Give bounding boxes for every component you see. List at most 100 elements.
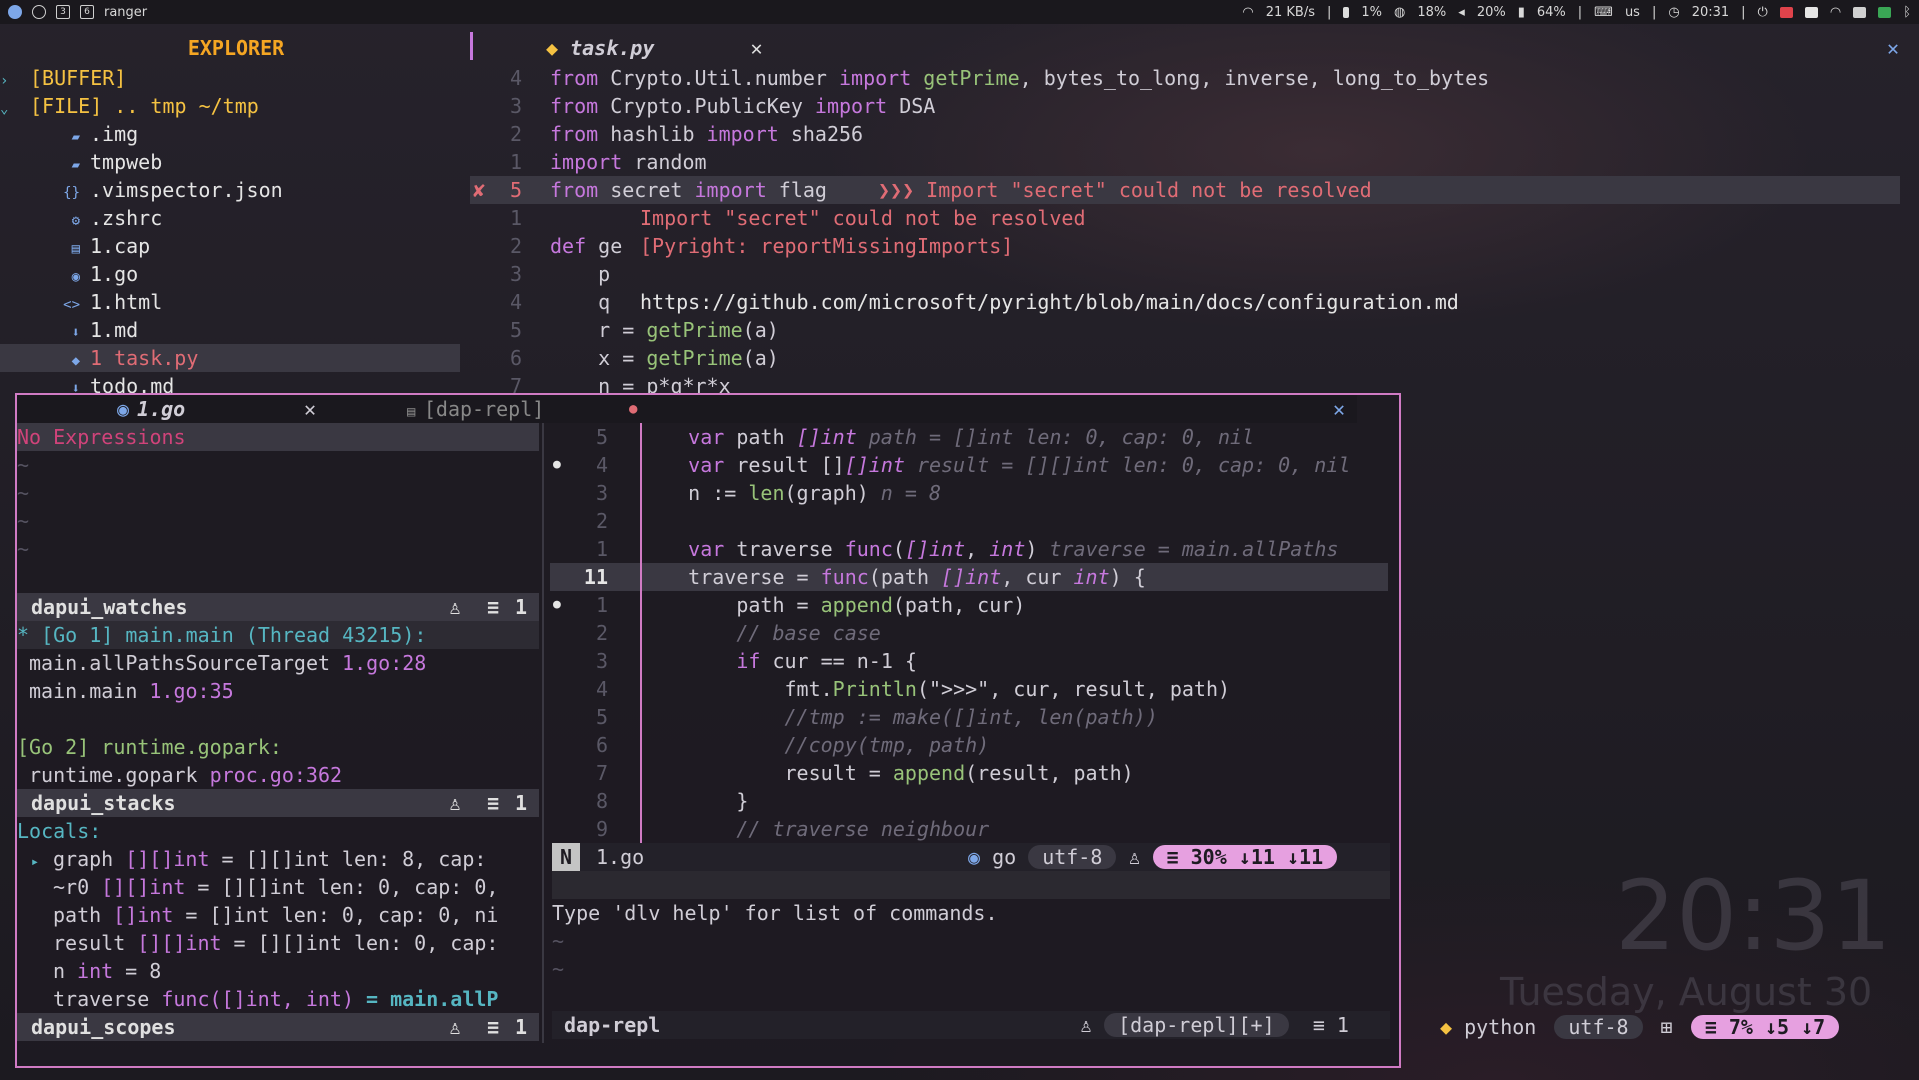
code-line: 3 from Crypto.PublicKey import DSA bbox=[470, 92, 1900, 120]
pane-count: 1 bbox=[515, 1015, 528, 1039]
keyboard-layout: us bbox=[1624, 4, 1640, 20]
diagnostic-popup-line: Import "secret" could not be resolved bbox=[640, 206, 1086, 230]
code-text: q bbox=[550, 288, 610, 316]
locals-label: Locals: bbox=[17, 819, 102, 843]
explorer-item[interactable]: <> 1.html bbox=[0, 288, 460, 316]
tray-chat-icon[interactable] bbox=[1804, 6, 1818, 18]
go-code-line: 1 var traverse func([]int, int) traverse … bbox=[550, 535, 1388, 563]
scope-variable[interactable]: result [][]int = [][]int len: 0, cap: bbox=[17, 929, 539, 957]
pane-divider bbox=[542, 423, 544, 1043]
diagnostic-popup-line: [Pyright: reportMissingImports] bbox=[640, 234, 1014, 258]
tray-app-red-icon[interactable] bbox=[1779, 6, 1793, 18]
tray-bluetooth-icon[interactable]: ᛒ bbox=[1903, 5, 1911, 20]
error-sign-icon: ✘ bbox=[473, 178, 486, 202]
tray-update-icon[interactable] bbox=[1878, 6, 1892, 18]
code-text: //tmp := make([]int, len(path)) bbox=[640, 705, 1158, 729]
stack-frame[interactable]: [Go 2] runtime.gopark: bbox=[17, 733, 539, 761]
stack-frame[interactable]: main.main 1.go:35 bbox=[17, 677, 539, 705]
code-text: r = getPrime(a) bbox=[550, 316, 779, 344]
current-line-bar bbox=[640, 423, 642, 843]
net-speed: 21 KB/s bbox=[1265, 4, 1316, 20]
code-text: // traverse neighbour bbox=[640, 817, 990, 841]
clock-icon: ◷ bbox=[1668, 4, 1680, 20]
column-icon: ↓ bbox=[1801, 1015, 1814, 1039]
explorer-item[interactable]: ◆ 1 task.py bbox=[0, 344, 460, 372]
explorer-item[interactable]: ⌄ [FILE] .. tmp ~/tmp bbox=[0, 92, 460, 120]
workspace-1-indicator[interactable] bbox=[8, 5, 22, 19]
tray-wifi-icon[interactable]: ◠ bbox=[1830, 5, 1841, 20]
modified-dot-icon: ● bbox=[629, 401, 638, 417]
scope-variable[interactable]: traverse func([]int, int) = main.allP bbox=[17, 985, 539, 1013]
thread-label: [Go 2] runtime.gopark: bbox=[17, 735, 282, 759]
scope-variable[interactable]: ▸ graph [][]int = [][]int len: 8, cap: bbox=[17, 845, 539, 873]
line-number: 6 bbox=[595, 733, 608, 757]
system-topbar: 3 6 ranger ◠ 21 KB/s | 1% ◍ 18% ◂ 20% ▮ … bbox=[0, 0, 1919, 24]
linux-icon: ♙ bbox=[1080, 1013, 1105, 1037]
status-position: ≡ 7% ↓5 ↓7 bbox=[1690, 1015, 1840, 1039]
tab-dap-repl[interactable]: ▤ [dap-repl] bbox=[407, 395, 544, 426]
status-encoding: utf-8 bbox=[1554, 1015, 1643, 1039]
tab-1-go[interactable]: ◉ 1.go bbox=[117, 395, 185, 423]
pane-divider bbox=[552, 871, 1390, 899]
line-number: 2 bbox=[509, 122, 522, 146]
power-icon[interactable]: ⏻ bbox=[1758, 5, 1768, 20]
explorer-item[interactable]: ⚙ .zshrc bbox=[0, 204, 460, 232]
file-icon: ⚙ bbox=[71, 213, 80, 229]
code-tokens: var traverse func([]int, int) bbox=[688, 537, 1038, 561]
workspace-2-indicator[interactable] bbox=[32, 5, 46, 19]
close-float-icon[interactable]: ✕ bbox=[1333, 395, 1345, 423]
explorer-item[interactable]: ⬇ 1.md bbox=[0, 316, 460, 344]
stack-frame[interactable] bbox=[17, 705, 539, 733]
file-icon: <> bbox=[63, 297, 80, 313]
memory-usage: 18% bbox=[1417, 4, 1447, 20]
code-tokens: result = append(result, path) bbox=[640, 761, 1134, 785]
explorer-item-label: .vimspector.json bbox=[90, 178, 283, 202]
explorer-item[interactable]: {} .vimspector.json bbox=[0, 176, 460, 204]
go-code-line: 3 if cur == n-1 { bbox=[550, 647, 1388, 675]
linux-icon: ♙ bbox=[449, 1015, 462, 1039]
scope-variable[interactable]: path []int = []int len: 0, cap: 0, ni bbox=[17, 901, 539, 929]
line-number: 4 bbox=[595, 677, 608, 701]
close-icon[interactable]: ✕ bbox=[750, 36, 762, 60]
file-icon: ⬇ bbox=[71, 325, 80, 341]
close-tabline-icon[interactable]: ✕ bbox=[1887, 32, 1899, 64]
workspace-6-indicator[interactable]: 6 bbox=[80, 5, 94, 19]
explorer-item[interactable]: › [BUFFER] bbox=[0, 64, 460, 92]
code-text: def ge bbox=[550, 232, 622, 260]
scope-variable[interactable]: n int = 8 bbox=[17, 957, 539, 985]
explorer-item[interactable]: ◉ 1.go bbox=[0, 260, 460, 288]
scope-variable[interactable]: ~r0 [][]int = [][]int len: 0, cap: 0, bbox=[17, 873, 539, 901]
explorer-item[interactable]: ▰ .img bbox=[0, 120, 460, 148]
workspace-3-indicator[interactable]: 3 bbox=[56, 5, 70, 19]
stack-frame[interactable]: * [Go 1] main.main (Thread 43215): bbox=[17, 621, 539, 649]
tab-label: [dap-repl] bbox=[423, 397, 545, 421]
status-col: 7 bbox=[1813, 1015, 1826, 1039]
explorer-item-label: 1.cap bbox=[90, 234, 151, 258]
line-number: 5 bbox=[595, 425, 608, 449]
volume-level: 20% bbox=[1476, 4, 1506, 20]
line-number: 3 bbox=[509, 262, 522, 286]
vim-mode: N bbox=[552, 843, 580, 871]
code-line: 3 p bbox=[470, 260, 1900, 288]
explorer-item[interactable]: ▰ tmpweb bbox=[0, 148, 460, 176]
code-tokens: var result [][]int bbox=[688, 453, 905, 477]
stack-frame[interactable]: main.allPathsSourceTarget 1.go:28 bbox=[17, 649, 539, 677]
editor-tabline: ◆ task.py ✕ ✕ bbox=[474, 32, 1919, 64]
line-number: 9 bbox=[595, 817, 608, 841]
close-icon[interactable]: ✕ bbox=[304, 395, 316, 423]
tray-battery-icon[interactable] bbox=[1853, 6, 1867, 18]
status-line: 5 bbox=[1777, 1015, 1790, 1039]
tab-task-py[interactable]: ◆ task.py ✕ bbox=[546, 32, 762, 64]
code-line: 4 from Crypto.Util.number import getPrime… bbox=[470, 64, 1900, 92]
line-number: 4 bbox=[509, 66, 522, 90]
code-tokens: path = append(path, cur) bbox=[640, 593, 1026, 617]
code-text: from secret import flag bbox=[550, 176, 827, 204]
diagnostic-popup-line: https://github.com/microsoft/pyright/blo… bbox=[640, 290, 1459, 314]
explorer-item[interactable]: ▤ 1.cap bbox=[0, 232, 460, 260]
variable-value: = []int len: 0, cap: 0, ni bbox=[185, 903, 499, 927]
variable-type: func([]int, int) bbox=[161, 987, 354, 1011]
window-separator bbox=[470, 32, 473, 60]
empty-line-tilde: ~ bbox=[17, 481, 30, 505]
code-tokens: traverse = func(path []int, cur int) { bbox=[640, 565, 1146, 589]
stack-frame[interactable]: runtime.gopark proc.go:362 bbox=[17, 761, 539, 789]
